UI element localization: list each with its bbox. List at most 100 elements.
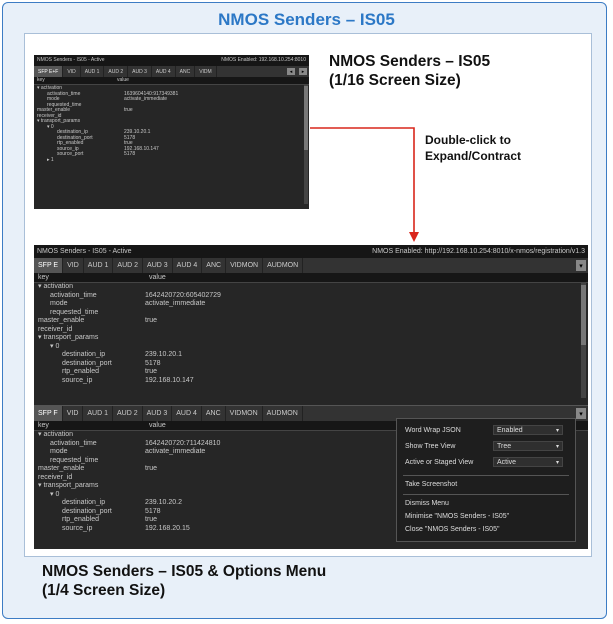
menu-divider [403,494,569,495]
column-header: key value [34,273,588,283]
tab-vidmon[interactable]: VIDMON [226,406,263,421]
tree-row[interactable]: receiver_id [34,326,588,335]
nmos-status: NMOS Enabled: 192.168.10.254:8010 [221,57,306,63]
chevron-left-icon[interactable]: ◂ [287,68,295,75]
tab-spacer [303,258,574,273]
tab-vid[interactable]: VID [63,258,84,273]
tab-aud-4[interactable]: AUD 4 [173,258,203,273]
arrow-line [310,127,415,232]
tree-key: activation_time [50,291,97,299]
tree-value: true [124,107,133,113]
json-tree[interactable]: ▾ activation activation_time 1642420720:60… [34,283,588,385]
tab-aud-3[interactable]: AUD 3 [128,66,152,77]
tab-aud-4[interactable]: AUD 4 [172,406,202,421]
scrollbar-thumb[interactable] [581,285,586,345]
tree-value: 5178 [145,359,161,367]
senders-window-small[interactable]: NMOS Senders - IS05 - Active NMOS Enable… [34,55,309,209]
tab-aud-3[interactable]: AUD 3 [143,406,173,421]
tree-view-dropdown[interactable]: Tree ▾ [493,441,563,451]
menu-dropdown-icon[interactable]: ▾ [576,408,586,419]
tree-key: requested_time [50,308,99,316]
tree-value: activate_immediate [145,448,206,455]
tree-row[interactable]: ▾ transport_params [34,334,588,343]
chevron-down-icon: ▾ [555,460,559,466]
tab-bar: SFP E VID AUD 1 AUD 2 AUD 3 AUD 4 ANC VIDMON AUD… [34,258,588,273]
tab-vid[interactable]: VID [63,406,84,421]
tab-aud-1[interactable]: AUD 1 [83,406,114,421]
tree-value: 239.10.20.1 [145,351,182,358]
tab-vidm[interactable]: VIDM [195,66,217,77]
panel-sfp-e: SFP E VID AUD 1 AUD 2 AUD 3 AUD 4 ANC VIDMON AUD… [34,258,588,401]
scrollbar[interactable] [581,283,586,398]
tree-row[interactable]: ▾ 0 [34,343,588,352]
tab-aud-3[interactable]: AUD 3 [143,258,173,273]
tab-aud-4[interactable]: AUD 4 [152,66,176,77]
tree-row[interactable]: rtp_enabled true [34,368,588,377]
tree-key: rtp_enabled [62,516,99,523]
tab-aud-1[interactable]: AUD 1 [81,66,105,77]
column-key: key [37,77,45,83]
tree-value: 1642420720:711424810 [145,439,221,447]
tree-row[interactable]: destination_ip 239.10.20.1 [34,351,588,360]
tree-key: source_ip [62,524,93,532]
tab-vidmon[interactable]: VIDMON [226,258,264,273]
tree-key: ▸ 1 [47,156,54,163]
tab-anc[interactable]: ANC [176,66,196,77]
tab-aud-1[interactable]: AUD 1 [84,258,114,273]
tab-bar: SFP E+F VID AUD 1 AUD 2 AUD 3 AUD 4 ANC VIDM ◂ ▸ [34,66,309,77]
tree-row[interactable]: ▸ 1 [34,156,309,164]
tree-key: ▾ 0 [50,490,60,498]
tree-key: master_enable [38,317,85,324]
tree-value: true [145,317,158,324]
active-view-value: Active [497,459,517,466]
tree-value: 192.168.20.15 [145,524,190,532]
scrollbar[interactable] [304,84,308,204]
menu-item-take-screenshot[interactable]: Take Screenshot [405,481,457,488]
tab-aud-2[interactable]: AUD 2 [113,258,144,273]
scrollbar-thumb[interactable] [304,86,308,150]
tab-sfp-e[interactable]: SFP E [34,258,64,273]
tree-row[interactable]: destination_port 5178 [34,360,588,369]
tree-key: rtp_enabled [62,368,99,375]
json-tree[interactable]: ▾ activation activation_time 1639604140:91… [34,85,309,163]
tree-row[interactable]: activation_time 1642420720:605402729 [34,292,588,301]
tree-row[interactable]: requested_time [34,309,588,318]
tree-key: mode [50,448,68,455]
senders-window-large[interactable]: NMOS Senders - IS05 - Active NMOS Enable… [34,245,588,549]
tab-audmon[interactable]: AUDMON [263,258,304,273]
menu-item-dismiss[interactable]: Dismiss Menu [405,500,449,507]
tree-key: destination_ip [62,351,106,358]
chevron-down-icon: ▾ [555,428,559,434]
window-title: NMOS Senders - IS05 - Active [37,57,105,63]
menu-active-label: Active or Staged View [405,459,474,466]
tree-key: ▾ 0 [50,342,60,350]
tree-value: 1642420720:605402729 [145,291,221,299]
tab-sfp-e-f[interactable]: SFP E+F [34,66,64,77]
menu-dropdown-icon[interactable]: ▾ [576,260,586,271]
tree-value: 5178 [145,507,161,515]
tree-key: activation_time [50,439,97,447]
tab-aud-2[interactable]: AUD 2 [113,406,143,421]
chevron-right-icon[interactable]: ▸ [299,68,307,75]
tree-row[interactable]: master_enable true [34,317,588,326]
tab-anc[interactable]: ANC [202,258,227,273]
menu-item-minimise[interactable]: Minimise "NMOS Senders - IS05" [405,513,509,520]
options-menu[interactable]: Word Wrap JSON Enabled ▾ Show Tree View T… [396,418,576,542]
tree-value: activate_immediate [124,96,168,102]
active-view-dropdown[interactable]: Active ▾ [493,457,563,467]
tab-aud-2[interactable]: AUD 2 [104,66,129,77]
tab-anc[interactable]: ANC [202,406,226,421]
tree-row[interactable]: ▾ activation [34,283,588,292]
word-wrap-dropdown[interactable]: Enabled ▾ [493,425,563,435]
tab-vid[interactable]: VID [63,66,81,77]
tab-audmon[interactable]: AUDMON [263,406,303,421]
tree-row[interactable]: source_ip 192.168.10.147 [34,377,588,386]
window-titlebar: NMOS Senders - IS05 - Active NMOS Enable… [34,55,309,66]
tree-row[interactable]: mode activate_immediate [34,300,588,309]
tree-key: receiver_id [38,473,73,481]
tab-sfp-f[interactable]: SFP F [34,406,63,421]
menu-item-close[interactable]: Close "NMOS Senders - IS05" [405,526,499,533]
column-value: value [149,274,166,281]
column-key: key [38,422,49,429]
arrow-head [409,232,419,242]
